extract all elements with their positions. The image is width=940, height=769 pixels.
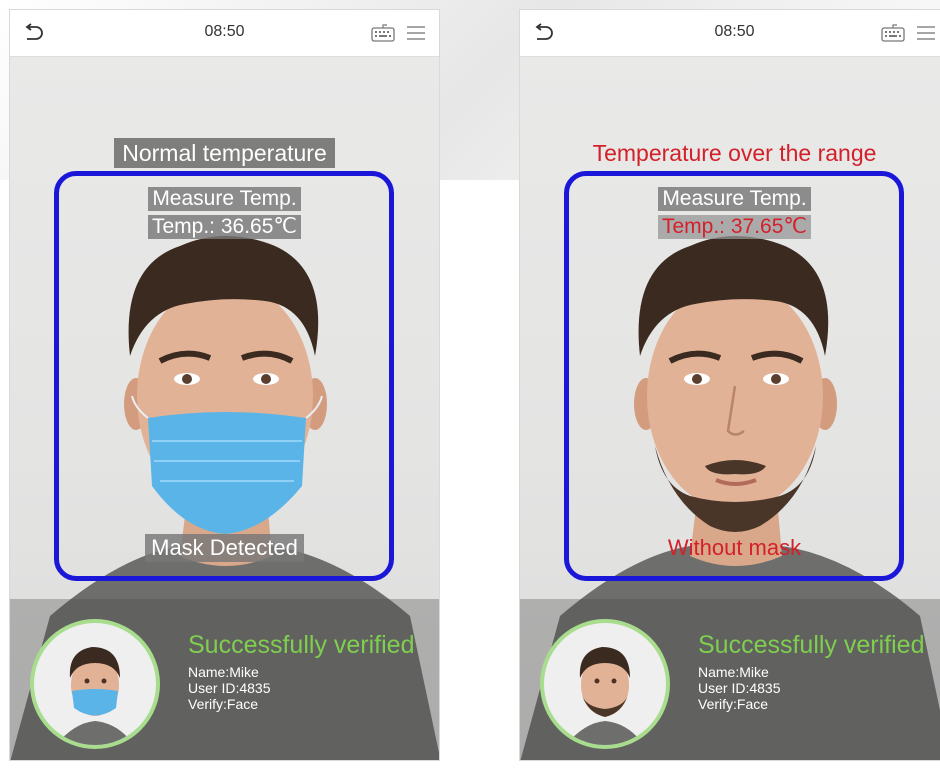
camera-view: Normal temperature Measure Temp. Temp.: …: [10, 56, 439, 760]
temperature-reading: Temp.: 37.65℃: [520, 215, 940, 239]
user-id: User ID:4835: [188, 680, 271, 696]
mask-status: Mask Detected: [10, 534, 439, 562]
user-id: User ID:4835: [698, 680, 781, 696]
status-bar: 08:50: [520, 10, 940, 57]
keyboard-icon[interactable]: [881, 24, 905, 42]
temperature-status: Temperature over the range: [592, 140, 877, 166]
temperature-reading: Temp.: 36.65℃: [10, 215, 439, 239]
menu-icon[interactable]: [405, 24, 427, 42]
verify-mode: Verify:Face: [698, 696, 769, 712]
verification-panel: Successfully verified Name:Mike User ID:…: [520, 599, 940, 760]
menu-icon[interactable]: [915, 24, 937, 42]
user-name: Name:Mike: [698, 664, 769, 680]
verification-result: Successfully verified: [188, 631, 415, 659]
clock: 08:50: [714, 23, 755, 40]
device-screen-masked: 08:50 Normal temperature Measure Temp. T…: [9, 9, 440, 761]
verification-result: Successfully verified: [698, 631, 925, 659]
user-avatar: [540, 619, 670, 749]
status-bar: 08:50: [10, 10, 439, 57]
device-screen-unmasked: 08:50 Temperature over the range Measure…: [519, 9, 940, 761]
mask-status: Without mask: [667, 535, 802, 560]
avatar-photo: [56, 647, 134, 745]
temperature-status: Normal temperature: [10, 138, 439, 168]
measure-temp-label: Measure Temp.: [520, 187, 940, 211]
keyboard-icon[interactable]: [371, 24, 395, 42]
user-name: Name:Mike: [188, 664, 259, 680]
avatar-photo: [566, 647, 644, 745]
measure-temp-label: Measure Temp.: [10, 187, 439, 211]
verification-panel: Successfully verified Name:Mike User ID:…: [10, 599, 439, 760]
user-avatar: [30, 619, 160, 749]
camera-view: Temperature over the range Measure Temp.…: [520, 56, 940, 760]
verify-mode: Verify:Face: [188, 696, 259, 712]
